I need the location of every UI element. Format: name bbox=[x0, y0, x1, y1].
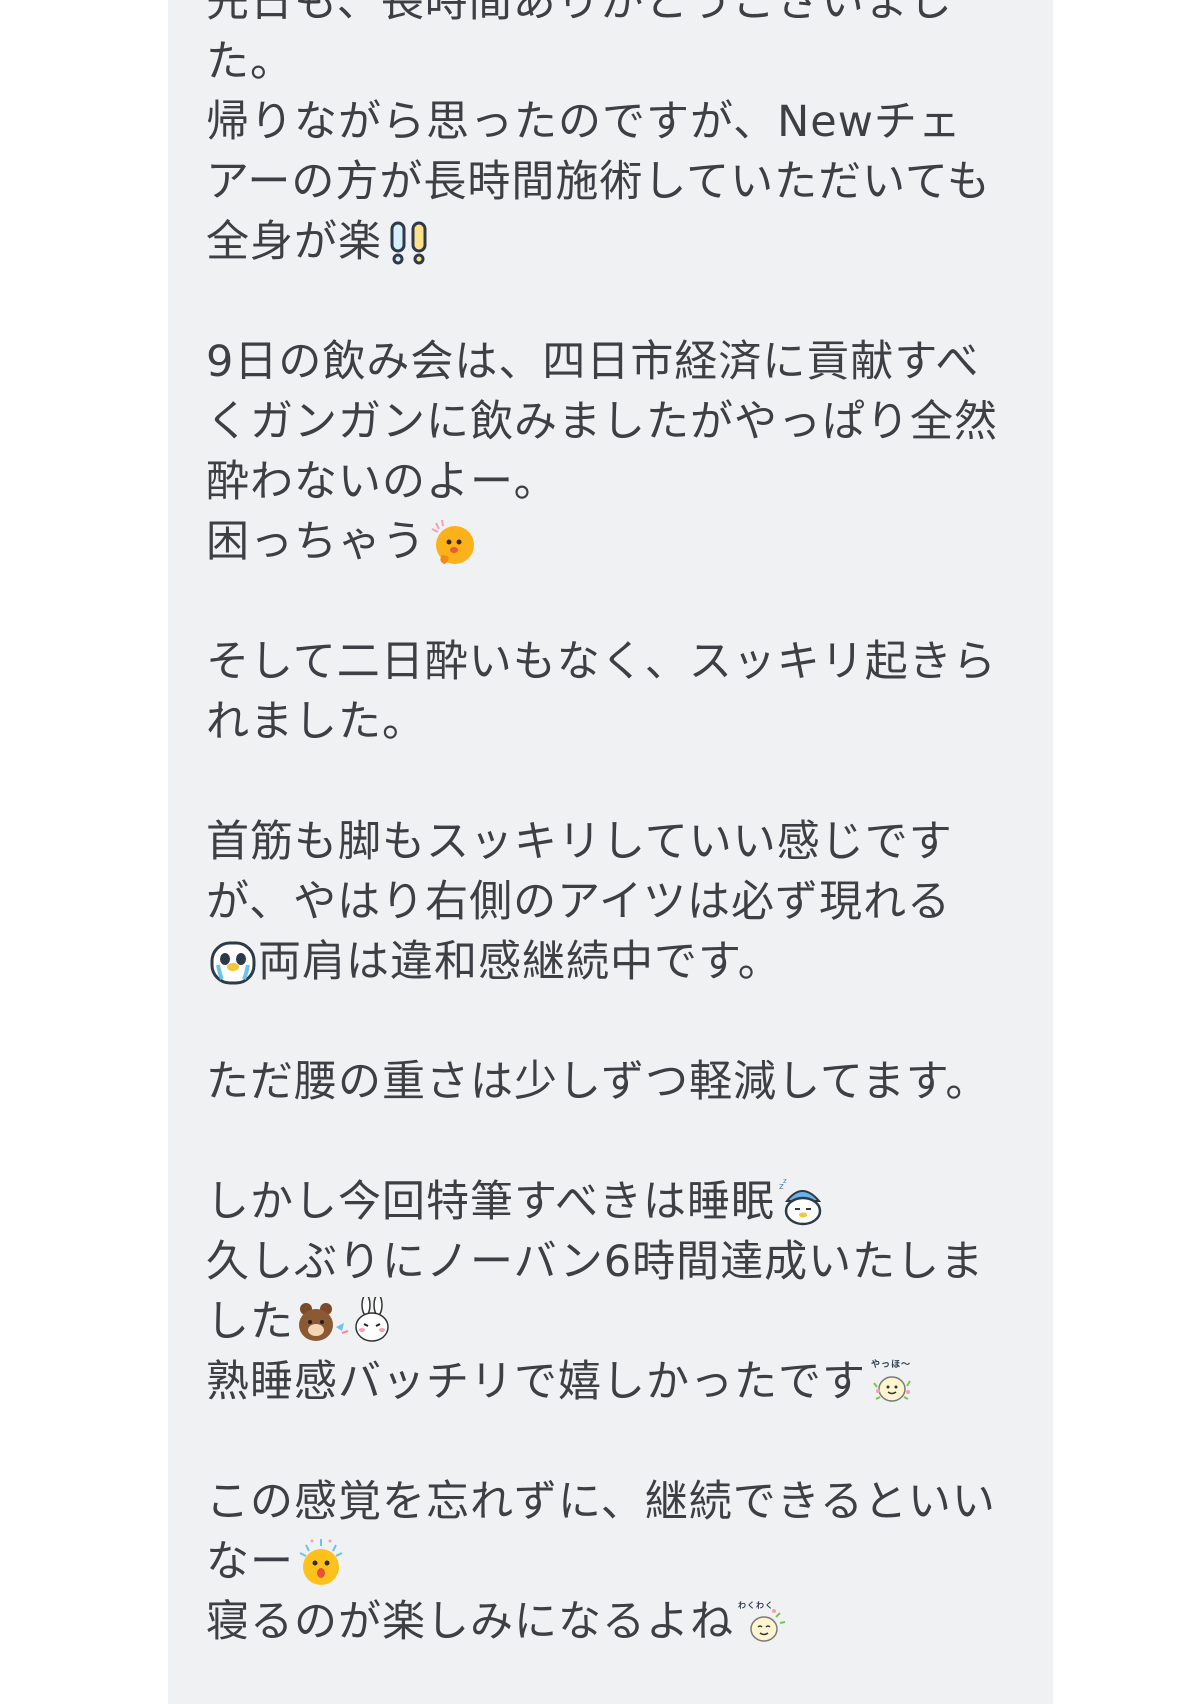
message-line: 困っちゃう bbox=[206, 512, 1036, 572]
troubled-face-sticker-icon bbox=[428, 517, 478, 567]
brown-and-cony-sticker-icon bbox=[296, 1297, 396, 1347]
line-text: 酔わないのよー。 bbox=[206, 457, 558, 507]
line-text: アーの方が長時間施術していただいても bbox=[206, 157, 991, 207]
line-text: くガンガンに飲みましたがやっぱり全然 bbox=[206, 397, 998, 447]
line-text: 熟睡感バッチリで嬉しかったです bbox=[206, 1357, 866, 1407]
message-line: 全身が楽 bbox=[206, 212, 1036, 272]
line-text: 久しぶりにノーバン6時間達成いたしま bbox=[206, 1237, 985, 1287]
message-line: そして二日酔いもなく、スッキリ起きら bbox=[206, 632, 1036, 692]
line-text: 9日の飲み会は、四日市経済に貢献すべ bbox=[206, 337, 980, 387]
message-line: 久しぶりにノーバン6時間達成いたしま bbox=[206, 1232, 1036, 1292]
message-line: 寝るのが楽しみになるよね わくわく bbox=[206, 1592, 1036, 1652]
line-text: 帰りながら思ったのですが、Newチェ bbox=[206, 97, 962, 147]
message-line: 酔わないのよー。 bbox=[206, 452, 1036, 512]
line-text: 寝るのが楽しみになるよね bbox=[206, 1597, 734, 1647]
sticker-text: やっほ〜 bbox=[871, 1359, 911, 1370]
message-line: 首筋も脚もスッキリしていい感じです bbox=[206, 812, 1036, 872]
yahho-sticker-icon: やっほ〜 bbox=[868, 1357, 918, 1407]
message-line: 両肩は違和感継続中です。 bbox=[206, 932, 1036, 992]
line-text: しかし今回特筆すべきは睡眠 bbox=[206, 1177, 775, 1227]
line-text: 困っちゃう bbox=[206, 517, 426, 567]
line-text: 両肩は違和感継続中です。 bbox=[258, 937, 782, 987]
message-line: アーの方が長時間施術していただいても bbox=[206, 152, 1036, 212]
message-line: た。 bbox=[206, 32, 1036, 92]
line-text: た。 bbox=[206, 37, 294, 87]
message-line: が、やはり右側のアイツは必ず現れる bbox=[206, 872, 1036, 932]
sticker-text: わくわく bbox=[738, 1601, 774, 1610]
line-text: れました。 bbox=[206, 697, 426, 747]
message-line: 先日も、長時間ありがとうございまし bbox=[206, 0, 1036, 32]
line-text: 首筋も脚もスッキリしていい感じです bbox=[206, 817, 953, 867]
sleeping-bird-nightcap-icon: z z bbox=[777, 1177, 827, 1227]
wakuwaku-sticker-icon: わくわく bbox=[736, 1597, 786, 1647]
message-line: 帰りながら思ったのですが、Newチェ bbox=[206, 92, 1036, 152]
message-line: れました。 bbox=[206, 692, 1036, 752]
message-line: した bbox=[206, 1292, 1036, 1352]
chat-screen: 先日も、長時間ありがとうございまし た。 帰りながら思ったのですが、Newチェ … bbox=[0, 0, 1179, 1704]
crying-bird-sticker-icon bbox=[208, 937, 258, 987]
line-text: そして二日酔いもなく、スッキリ起きら bbox=[206, 637, 997, 687]
double-exclamation-icon bbox=[384, 217, 434, 267]
line-text: した bbox=[206, 1297, 294, 1347]
message-bubble[interactable]: 先日も、長時間ありがとうございまし た。 帰りながら思ったのですが、Newチェ … bbox=[168, 0, 1053, 1704]
line-text: この感覚を忘れずに、継続できるといい bbox=[206, 1477, 996, 1527]
message-text: 先日も、長時間ありがとうございまし た。 帰りながら思ったのですが、Newチェ … bbox=[206, 0, 1036, 1652]
line-text: が、やはり右側のアイツは必ず現れる bbox=[206, 877, 951, 927]
line-text: 全身が楽 bbox=[206, 217, 382, 267]
line-text: ただ腰の重さは少しずつ軽減してます。 bbox=[206, 1057, 990, 1107]
message-line: しかし今回特筆すべきは睡眠 z z bbox=[206, 1172, 1036, 1232]
message-line: 熟睡感バッチリで嬉しかったです やっほ〜 bbox=[206, 1352, 1036, 1412]
line-text: 先日も、長時間ありがとうございまし bbox=[206, 0, 953, 27]
message-line: 9日の飲み会は、四日市経済に貢献すべ bbox=[206, 332, 1036, 392]
surprised-face-sticker-icon bbox=[296, 1537, 346, 1587]
message-line: くガンガンに飲みましたがやっぱり全然 bbox=[206, 392, 1036, 452]
message-line: この感覚を忘れずに、継続できるといい bbox=[206, 1472, 1036, 1532]
message-line: ただ腰の重さは少しずつ軽減してます。 bbox=[206, 1052, 1036, 1112]
message-line: なー bbox=[206, 1532, 1036, 1592]
line-text: なー bbox=[206, 1537, 294, 1587]
svg-text:z: z bbox=[783, 1177, 788, 1185]
